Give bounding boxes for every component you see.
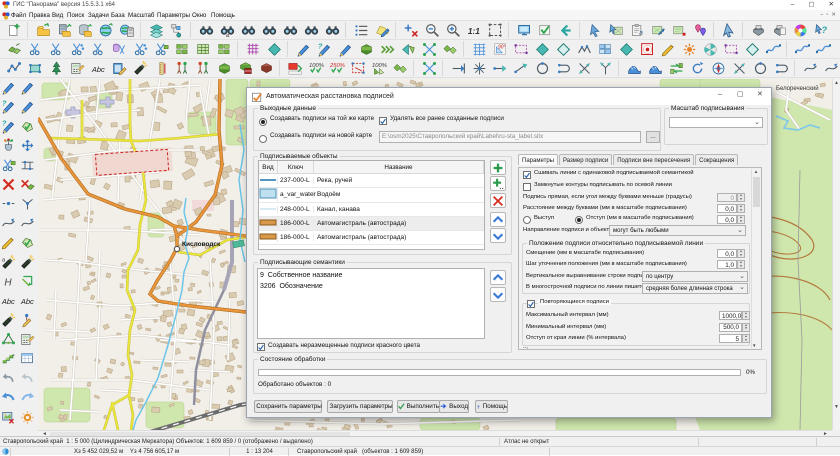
svg-text:100%: 100% [309,62,324,68]
svg-text:90°: 90° [498,44,506,50]
svg-text:H: H [4,278,12,289]
svg-text:?: ? [477,404,480,409]
svg-text:Abc: Abc [20,297,34,306]
svg-text:a: a [2,257,6,263]
svg-text:?: ? [822,25,828,35]
svg-text:100%: 100% [372,62,387,68]
svg-text:250%: 250% [330,62,345,68]
svg-text:?: ? [318,42,323,51]
svg-text:?: ? [2,99,7,108]
svg-text:Abc: Abc [1,297,15,306]
svg-text:1:1: 1:1 [468,25,480,35]
svg-text:a: a [639,29,643,36]
svg-text:?: ? [2,119,7,128]
svg-text:Белореченский: Белореченский [776,85,819,92]
svg-text:Кисловодск: Кисловодск [182,241,221,248]
svg-text:Abc: Abc [91,64,105,73]
